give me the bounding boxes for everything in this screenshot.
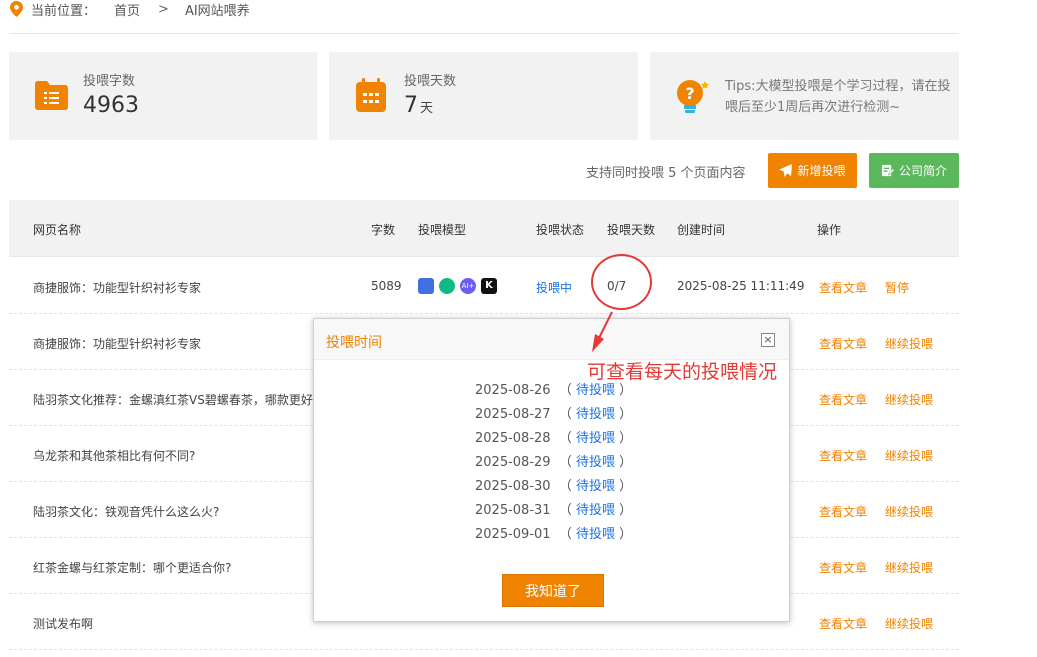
row-created: 2025-08-25 11:11:49 (677, 279, 805, 293)
row-name: 商捷服饰：功能型针织衬衫专家 (33, 281, 202, 295)
stat-label-chars: 投喂字数 (83, 74, 136, 89)
schedule-status: 待投喂 (575, 455, 615, 470)
row-count: 5089 (371, 279, 402, 293)
annotation-text: 可查看每天的投喂情况 (587, 361, 778, 383)
schedule-item: 2025-08-27 （ 待投喂 ） (475, 407, 633, 422)
model-kimi-icon: K (481, 278, 497, 294)
got-it-button[interactable]: 我知道了 (502, 574, 604, 607)
stat-days-number: 7 (404, 93, 418, 118)
svg-text:?: ? (685, 84, 694, 103)
breadcrumb-separator: > (158, 1, 169, 17)
row-name: 测试发布啊 (33, 617, 94, 631)
view-article-link[interactable]: 查看文章 (819, 335, 867, 352)
breadcrumb-label: 当前位置： (31, 3, 97, 19)
divider (9, 33, 959, 34)
th-actions: 操作 (817, 223, 842, 237)
tips-text: Tips:大模型投喂是个学习过程，请在投喂后至少1周后再次进行检测~ (725, 79, 951, 115)
view-article-link[interactable]: 查看文章 (819, 615, 867, 632)
stat-label-days: 投喂天数 (404, 74, 457, 89)
stat-card-chars: 投喂字数 4963 (9, 52, 317, 140)
schedule-date: 2025-08-26 (475, 383, 551, 398)
company-intro-button[interactable]: 公司简介 (869, 153, 959, 188)
schedule-list: 2025-08-26 （ 待投喂 ） 2025-08-27 （ 待投喂 ） 20… (475, 379, 632, 547)
continue-feed-link[interactable]: 继续投喂 (885, 615, 933, 632)
lightbulb-icon: ? (677, 80, 709, 113)
th-model: 投喂模型 (418, 223, 467, 237)
schedule-date: 2025-08-29 (475, 455, 551, 470)
schedule-item: 2025-08-28 （ 待投喂 ） (475, 431, 633, 446)
schedule-item: 2025-09-01 （ 待投喂 ） (475, 527, 633, 542)
stat-days-unit: 天 (420, 101, 434, 116)
th-count: 字数 (371, 223, 396, 237)
view-article-link[interactable]: 查看文章 (819, 279, 867, 296)
schedule-status: 待投喂 (575, 479, 615, 494)
row-status: 投喂中 (536, 281, 573, 295)
row-models: AI+ K (418, 278, 497, 294)
dialog-title: 投喂时间 (326, 335, 382, 351)
schedule-status: 待投喂 (575, 407, 615, 422)
edit-doc-icon (881, 164, 894, 177)
annotation-circle (591, 254, 652, 310)
continue-feed-link[interactable]: 继续投喂 (885, 447, 933, 464)
support-text: 支持同时投喂 5 个页面内容 (586, 166, 746, 181)
schedule-date: 2025-09-01 (475, 527, 551, 542)
breadcrumb-current: AI网站喂养 (184, 3, 250, 19)
row-name: 乌龙茶和其他茶相比有何不同? (33, 449, 196, 463)
calendar-icon (356, 78, 386, 112)
schedule-status: 待投喂 (575, 383, 615, 398)
tips-card: ? Tips:大模型投喂是个学习过程，请在投喂后至少1周后再次进行检测~ (650, 52, 959, 140)
send-icon (779, 164, 793, 177)
schedule-date: 2025-08-28 (475, 431, 551, 446)
stat-value-chars: 4963 (83, 93, 139, 118)
pause-link[interactable]: 暂停 (885, 279, 909, 296)
row-name: 陆羽茶文化推荐：金螺滇红茶VS碧螺春茶，哪款更好 (33, 393, 313, 407)
view-article-link[interactable]: 查看文章 (819, 447, 867, 464)
breadcrumb: 当前位置： 首页 > AI网站喂养 (10, 0, 250, 19)
th-days: 投喂天数 (607, 223, 656, 237)
company-intro-label: 公司简介 (898, 164, 947, 178)
continue-feed-link[interactable]: 继续投喂 (885, 335, 933, 352)
model-qianwen-icon (439, 278, 455, 294)
stat-value-days: 7天 (404, 93, 433, 118)
continue-feed-link[interactable]: 继续投喂 (885, 391, 933, 408)
breadcrumb-home-link[interactable]: 首页 (114, 0, 140, 19)
schedule-status: 待投喂 (575, 527, 615, 542)
add-feed-label: 新增投喂 (797, 164, 846, 178)
view-article-link[interactable]: 查看文章 (819, 503, 867, 520)
continue-feed-link[interactable]: 继续投喂 (885, 559, 933, 576)
schedule-item: 2025-08-30 （ 待投喂 ） (475, 479, 633, 494)
schedule-date: 2025-08-31 (475, 503, 551, 518)
close-icon[interactable]: × (761, 333, 775, 347)
stat-card-days: 投喂天数 7天 (329, 52, 638, 140)
schedule-date: 2025-08-27 (475, 407, 551, 422)
continue-feed-link[interactable]: 继续投喂 (885, 503, 933, 520)
model-ai-icon: AI+ (460, 278, 476, 294)
schedule-status: 待投喂 (575, 503, 615, 518)
row-name: 红茶金螺与红茶定制：哪个更适合你? (33, 561, 232, 575)
dialog-header: 投喂时间 × (314, 319, 789, 360)
row-name: 商捷服饰：功能型针织衬衫专家 (33, 337, 202, 351)
th-status: 投喂状态 (536, 223, 585, 237)
table-header: 网页名称 字数 投喂模型 投喂状态 投喂天数 创建时间 操作 (9, 200, 959, 257)
add-feed-button[interactable]: 新增投喂 (768, 153, 857, 188)
location-pin-icon (10, 1, 23, 17)
schedule-date: 2025-08-30 (475, 479, 551, 494)
schedule-item: 2025-08-29 （ 待投喂 ） (475, 455, 633, 470)
th-page-name: 网页名称 (33, 223, 82, 237)
folder-icon (35, 81, 68, 110)
view-article-link[interactable]: 查看文章 (819, 391, 867, 408)
model-wenxin-icon (418, 278, 434, 294)
schedule-status: 待投喂 (575, 431, 615, 446)
row-name: 陆羽茶文化：铁观音凭什么这么火? (33, 505, 220, 519)
th-created: 创建时间 (677, 223, 726, 237)
table-row: 商捷服饰：功能型针织衬衫专家 5089 AI+ K 投喂中 0/7 2025-0… (9, 258, 959, 314)
view-article-link[interactable]: 查看文章 (819, 559, 867, 576)
schedule-item: 2025-08-31 （ 待投喂 ） (475, 503, 633, 518)
